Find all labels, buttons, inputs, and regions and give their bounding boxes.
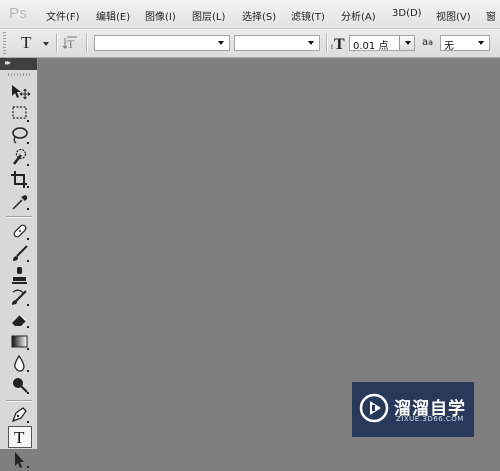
font-family-select[interactable]	[94, 35, 230, 51]
watermark: 溜溜自学 ZIXUE.3D66.COM	[352, 382, 474, 437]
font-style-select[interactable]	[234, 35, 320, 51]
options-bar: T T T t 0.01 点 aa 无	[0, 29, 500, 58]
history-brush-icon	[12, 289, 29, 306]
menu-analysis[interactable]: 分析(A)	[341, 8, 376, 23]
font-size-dropdown-button[interactable]	[399, 36, 414, 50]
menu-3d[interactable]: 3D(D)	[392, 8, 422, 19]
chevron-down-icon	[478, 41, 484, 45]
blur-drop-icon	[14, 354, 29, 372]
menu-file[interactable]: 文件(F)	[46, 8, 80, 23]
svg-text:T: T	[334, 36, 345, 52]
lasso-icon	[12, 127, 29, 144]
type-tool-icon: T	[21, 33, 32, 52]
divider	[56, 33, 58, 53]
clone-stamp-tool[interactable]	[9, 265, 31, 287]
eyedropper-icon	[12, 195, 29, 210]
spot-healing-brush-tool[interactable]	[9, 221, 31, 243]
brush-tool[interactable]	[9, 243, 31, 265]
svg-text:T: T	[14, 428, 25, 447]
expand-panel-icon[interactable]: ▸▸	[5, 58, 11, 67]
path-selection-arrow-icon	[15, 452, 29, 468]
photoshop-logo: Ps	[9, 5, 28, 22]
dodge-icon	[13, 378, 29, 394]
tools-panel-header[interactable]: ▸▸	[0, 58, 37, 70]
menu-filter[interactable]: 滤镜(T)	[291, 8, 325, 23]
tools-panel-grip[interactable]	[8, 73, 30, 76]
tool-preset-picker[interactable]: T	[13, 33, 51, 53]
font-size-select[interactable]: 0.01 点	[349, 35, 415, 52]
gradient-tool[interactable]	[9, 331, 31, 353]
gradient-icon	[11, 335, 29, 350]
options-bar-grip[interactable]	[3, 32, 6, 54]
pen-tool[interactable]	[9, 404, 31, 426]
divider	[326, 33, 328, 53]
antialias-icon: aa	[422, 37, 434, 48]
chevron-down-icon	[405, 41, 411, 45]
watermark-url: ZIXUE.3D66.COM	[396, 415, 464, 423]
divider	[86, 33, 88, 53]
chevron-down-icon	[218, 41, 224, 45]
lasso-tool[interactable]	[9, 125, 31, 147]
move-tool[interactable]	[9, 81, 31, 103]
divider	[6, 216, 32, 218]
menu-image[interactable]: 图像(I)	[145, 8, 176, 23]
marquee-icon	[12, 106, 29, 122]
quick-selection-tool[interactable]	[9, 147, 31, 169]
menu-layer[interactable]: 图层(L)	[192, 8, 225, 23]
play-logo-icon	[358, 392, 390, 424]
chevron-down-icon	[43, 42, 49, 46]
text-orientation-icon[interactable]: T	[62, 35, 80, 51]
blur-tool[interactable]	[9, 353, 31, 375]
eraser-tool[interactable]	[9, 309, 31, 331]
healing-brush-icon	[13, 224, 29, 240]
menu-view[interactable]: 视图(V)	[436, 8, 471, 23]
stamp-icon	[12, 267, 27, 284]
dodge-tool[interactable]	[9, 375, 31, 397]
pen-icon	[11, 407, 29, 423]
move-icon	[12, 85, 31, 100]
history-brush-tool[interactable]	[9, 287, 31, 309]
menu-edit[interactable]: 编辑(E)	[96, 8, 130, 23]
eyedropper-tool[interactable]	[9, 191, 31, 213]
quick-selection-icon	[13, 148, 29, 166]
crop-icon	[11, 171, 29, 188]
chevron-down-icon	[308, 41, 314, 45]
crop-tool[interactable]	[9, 169, 31, 191]
brush-icon	[13, 245, 29, 262]
menu-bar: Ps 文件(F) 编辑(E) 图像(I) 图层(L) 选择(S) 滤镜(T) 分…	[0, 0, 500, 29]
type-icon: T	[14, 428, 25, 447]
menu-window[interactable]: 窗	[486, 8, 496, 23]
eraser-icon	[12, 314, 29, 328]
antialias-select[interactable]: 无	[440, 35, 490, 52]
svg-text:T: T	[67, 37, 75, 51]
divider	[6, 400, 32, 402]
rectangular-marquee-tool[interactable]	[9, 103, 31, 125]
path-selection-tool[interactable]	[9, 449, 31, 471]
font-size-icon: T t	[331, 34, 347, 53]
tools-panel: ▸▸ T	[0, 58, 38, 468]
menu-select[interactable]: 选择(S)	[242, 8, 276, 23]
type-tool[interactable]: T	[8, 426, 32, 448]
